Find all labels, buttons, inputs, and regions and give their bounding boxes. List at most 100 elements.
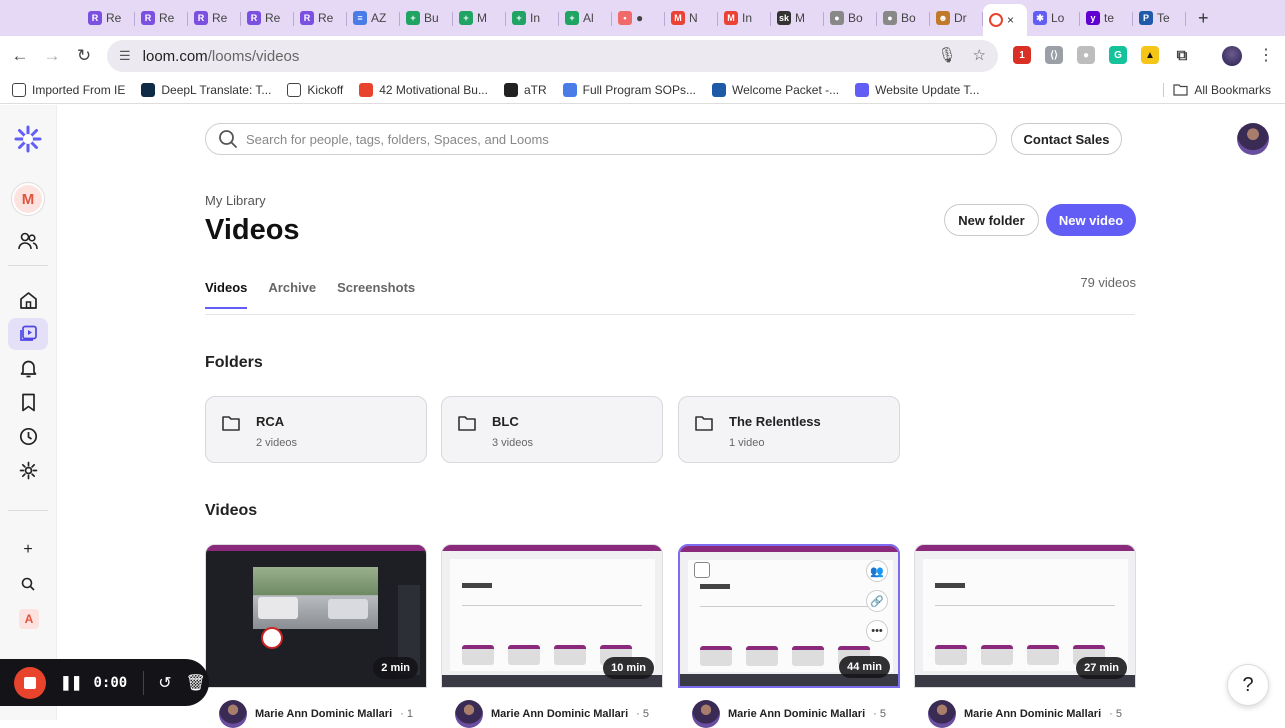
restart-icon[interactable]: ↺ (158, 673, 171, 693)
user-avatar[interactable] (1237, 123, 1269, 155)
browser-tab[interactable]: • ● (612, 4, 665, 32)
settings-gear-icon[interactable] (8, 454, 48, 486)
browser-tab[interactable]: ✱ Lo (1027, 4, 1080, 32)
address-bar[interactable]: ☰ loom.com/looms/videos 🎙 ☆ (107, 40, 998, 72)
search-icon[interactable] (8, 568, 48, 600)
browser-tab[interactable]: ● Bo (877, 4, 930, 32)
notifications-bell-icon[interactable] (8, 352, 48, 384)
video-thumbnail[interactable]: 10 min (441, 544, 663, 688)
more-options-icon[interactable]: ••• (866, 620, 888, 642)
browser-tab[interactable]: + Al (559, 4, 612, 32)
breadcrumb[interactable]: My Library (205, 193, 266, 208)
bookmark-item[interactable]: Imported From IE (12, 82, 126, 97)
browser-tab[interactable]: ● Bo (824, 4, 877, 32)
people-icon[interactable] (8, 225, 48, 257)
close-tab-icon[interactable]: × (1007, 13, 1014, 27)
tab-favicon-icon: P (1139, 11, 1153, 25)
browser-tab[interactable]: R Re (294, 4, 347, 32)
back-button[interactable]: ← (4, 46, 36, 66)
new-folder-button[interactable]: New folder (944, 204, 1039, 236)
browser-tab[interactable]: + M (453, 4, 506, 32)
bookmark-label: Full Program SOPs... (582, 82, 696, 97)
video-card[interactable]: 2 min Marie Ann Dominic Mallari · 1 (205, 544, 427, 728)
bookmark-item[interactable]: Kickoff (287, 82, 343, 97)
watch-later-bookmark-icon[interactable] (8, 386, 48, 418)
browser-tab[interactable]: R Re (241, 4, 294, 32)
copy-link-icon[interactable]: 🔗 (866, 590, 888, 612)
delete-trash-icon[interactable]: 🗑 (186, 673, 206, 693)
pause-icon[interactable]: ❚❚ (60, 674, 82, 691)
extension-code-icon[interactable]: ⟨⟩ (1045, 46, 1063, 64)
extensions-puzzle-icon[interactable]: ⧉ (1173, 46, 1191, 64)
bookmark-item[interactable]: Welcome Packet -... (712, 82, 839, 97)
bookmark-item[interactable]: 42 Motivational Bu... (359, 82, 488, 97)
browser-tab[interactable]: sk M (771, 4, 824, 32)
select-checkbox[interactable] (694, 562, 710, 578)
tab-favicon-icon: sk (777, 11, 791, 25)
browser-profile-avatar[interactable] (1222, 46, 1242, 66)
tab-favicon-icon: M (724, 11, 738, 25)
bookmark-item[interactable]: Full Program SOPs... (562, 82, 696, 97)
extension-bug-icon[interactable]: ● (1077, 46, 1095, 64)
loom-logo-icon[interactable] (8, 123, 48, 155)
owner-name: Marie Ann Dominic Mallari (964, 708, 1102, 720)
video-card[interactable]: 27 min Marie Ann Dominic Mallari · 5 (914, 544, 1136, 728)
browser-tab[interactable]: + Bu (400, 4, 453, 32)
share-people-icon[interactable]: 👥 (866, 560, 888, 582)
library-icon[interactable] (8, 318, 48, 350)
folder-card[interactable]: RCA 2 videos (205, 396, 427, 463)
bookmark-item[interactable]: Website Update T... (855, 82, 979, 97)
browser-tab[interactable]: ☻ Dr (930, 4, 983, 32)
browser-tab[interactable]: MN (665, 4, 718, 32)
browser-tab[interactable]: R Re (82, 4, 135, 32)
video-thumbnail[interactable]: 2 min (205, 544, 427, 688)
browser-menu-icon[interactable]: ⋮ (1258, 45, 1274, 65)
browser-tab[interactable]: R Re (135, 4, 188, 32)
tab-videos[interactable]: Videos (205, 280, 248, 309)
loom-sidebar: M + A (0, 105, 57, 720)
extension-grammarly-icon[interactable]: G (1109, 46, 1127, 64)
all-bookmarks-button[interactable]: All Bookmarks (1173, 83, 1271, 97)
site-settings-icon[interactable]: ☰ (119, 48, 131, 64)
browser-tab-active[interactable]: × (983, 4, 1027, 36)
stop-recording-button[interactable] (14, 666, 46, 699)
search-input[interactable] (246, 131, 946, 147)
account-badge[interactable]: A (19, 609, 39, 629)
extension-warning-icon[interactable]: ▲ (1141, 46, 1159, 64)
home-icon[interactable] (8, 284, 48, 316)
folder-icon (695, 416, 713, 431)
browser-tab[interactable]: + In (506, 4, 559, 32)
tab-title: Al (583, 11, 594, 25)
browser-tab[interactable]: P Te (1133, 4, 1186, 32)
help-button[interactable]: ? (1227, 664, 1269, 706)
folder-card[interactable]: BLC 3 videos (441, 396, 663, 463)
folder-card[interactable]: The Relentless 1 video (678, 396, 900, 463)
search-bar[interactable] (205, 123, 997, 155)
tab-favicon-icon: + (459, 11, 473, 25)
bookmark-star-icon[interactable]: ☆ (973, 46, 986, 64)
extension-red-icon[interactable]: 1 (1013, 46, 1031, 64)
bookmark-label: Imported From IE (32, 82, 126, 97)
add-icon[interactable]: + (8, 534, 48, 566)
new-video-button[interactable]: New video (1046, 204, 1136, 236)
video-card[interactable]: 👥 🔗 ••• 44 min Marie Ann Dominic Mallari… (678, 544, 900, 728)
workspace-switcher[interactable]: M (11, 182, 45, 216)
browser-tab[interactable]: M In (718, 4, 771, 32)
bookmark-item[interactable]: aTR (503, 82, 547, 97)
video-thumbnail[interactable]: 👥 🔗 ••• 44 min (678, 544, 900, 688)
new-tab-button[interactable]: + (1198, 8, 1209, 29)
video-card[interactable]: 10 min Marie Ann Dominic Mallari · 5 (441, 544, 663, 728)
tab-archive[interactable]: Archive (268, 280, 316, 309)
tab-screenshots[interactable]: Screenshots (337, 280, 415, 309)
microphone-icon[interactable]: 🎙 (938, 46, 957, 64)
browser-tab[interactable]: ≡ AZ (347, 4, 400, 32)
forward-button[interactable]: → (36, 46, 68, 66)
browser-tab[interactable]: R Re (188, 4, 241, 32)
video-thumbnail[interactable]: 27 min (914, 544, 1136, 688)
reload-button[interactable]: ↻ (68, 46, 100, 66)
bookmark-item[interactable]: DeepL Translate: T... (141, 82, 271, 97)
all-bookmarks-label: All Bookmarks (1194, 82, 1271, 97)
browser-tab[interactable]: y te (1080, 4, 1133, 32)
history-clock-icon[interactable] (8, 420, 48, 452)
contact-sales-button[interactable]: Contact Sales (1011, 123, 1122, 155)
